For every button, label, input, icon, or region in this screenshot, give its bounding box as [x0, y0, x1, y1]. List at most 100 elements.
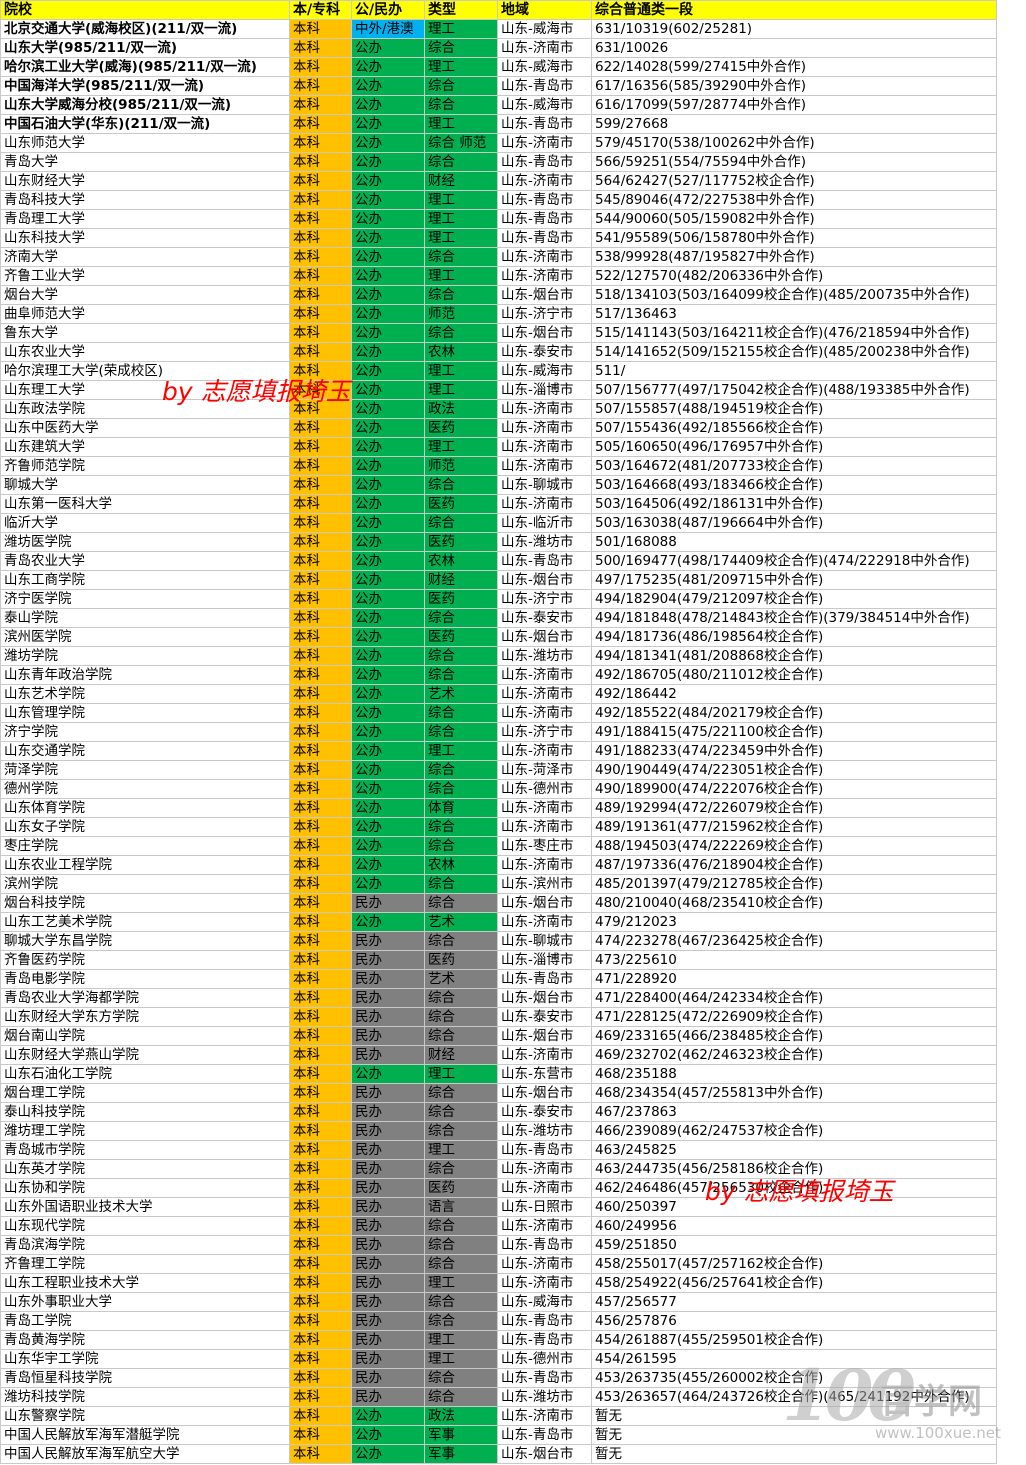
cell-type[interactable]: 医药	[424, 589, 498, 609]
cell-school[interactable]: 山东现代学院	[0, 1216, 290, 1236]
cell-type[interactable]: 综合	[424, 722, 498, 742]
cell-score[interactable]: 490/190449(474/223051校企合作)	[591, 760, 997, 780]
cell-region[interactable]: 山东-临沂市	[497, 513, 592, 533]
cell-level[interactable]: 本科	[289, 1121, 352, 1141]
cell-score[interactable]: 617/16356(585/39290中外合作)	[591, 76, 997, 96]
cell-region[interactable]: 山东-济南市	[497, 817, 592, 837]
cell-school[interactable]: 聊城大学	[0, 475, 290, 495]
cell-ownership[interactable]: 公办	[351, 627, 425, 647]
cell-score[interactable]: 564/62427(527/117752校企合作)	[591, 171, 997, 191]
cell-score[interactable]: 488/194503(474/222269校企合作)	[591, 836, 997, 856]
cell-ownership[interactable]: 民办	[351, 931, 425, 951]
cell-school[interactable]: 烟台南山学院	[0, 1026, 290, 1046]
cell-type[interactable]: 综合	[424, 665, 498, 685]
cell-ownership[interactable]: 民办	[351, 1273, 425, 1293]
cell-region[interactable]: 山东-济南市	[497, 741, 592, 761]
cell-type[interactable]: 理工	[424, 1140, 498, 1160]
cell-school[interactable]: 枣庄学院	[0, 836, 290, 856]
cell-ownership[interactable]: 民办	[351, 893, 425, 913]
cell-region[interactable]: 山东-济宁市	[497, 722, 592, 742]
cell-region[interactable]: 山东-青岛市	[497, 152, 592, 172]
cell-type[interactable]: 理工	[424, 114, 498, 134]
cell-level[interactable]: 本科	[289, 1216, 352, 1236]
cell-ownership[interactable]: 公办	[351, 114, 425, 134]
cell-score[interactable]: 541/95589(506/158780中外合作)	[591, 228, 997, 248]
cell-school[interactable]: 山东中医药大学	[0, 418, 290, 438]
cell-type[interactable]: 综合	[424, 95, 498, 115]
cell-level[interactable]: 本科	[289, 646, 352, 666]
cell-ownership[interactable]: 公办	[351, 38, 425, 58]
cell-type[interactable]: 理工	[424, 190, 498, 210]
cell-type[interactable]: 综合	[424, 760, 498, 780]
cell-ownership[interactable]: 公办	[351, 798, 425, 818]
cell-school[interactable]: 山东工艺美术学院	[0, 912, 290, 932]
cell-level[interactable]: 本科	[289, 437, 352, 457]
cell-ownership[interactable]: 民办	[351, 1349, 425, 1369]
cell-type[interactable]: 军事	[424, 1425, 498, 1445]
cell-type[interactable]: 综合 师范	[424, 133, 498, 153]
cell-level[interactable]: 本科	[289, 551, 352, 571]
cell-ownership[interactable]: 公办	[351, 456, 425, 476]
cell-level[interactable]: 本科	[289, 760, 352, 780]
cell-school[interactable]: 山东建筑大学	[0, 437, 290, 457]
cell-ownership[interactable]: 民办	[351, 950, 425, 970]
cell-level[interactable]: 本科	[289, 798, 352, 818]
cell-score[interactable]: 485/201397(479/212785校企合作)	[591, 874, 997, 894]
cell-level[interactable]: 本科	[289, 627, 352, 647]
cell-score[interactable]: 474/223278(467/236425校企合作)	[591, 931, 997, 951]
cell-type[interactable]: 理工	[424, 1273, 498, 1293]
cell-ownership[interactable]: 公办	[351, 703, 425, 723]
cell-type[interactable]: 综合	[424, 1292, 498, 1312]
cell-school[interactable]: 济南大学	[0, 247, 290, 267]
cell-region[interactable]: 山东-济南市	[497, 703, 592, 723]
cell-school[interactable]: 山东大学威海分校(985/211/双一流)	[0, 95, 290, 115]
cell-region[interactable]: 山东-济南市	[497, 133, 592, 153]
cell-school[interactable]: 哈尔滨工业大学(威海)(985/211/双一流)	[0, 57, 290, 77]
cell-region[interactable]: 山东-淄博市	[497, 950, 592, 970]
cell-region[interactable]: 山东-枣庄市	[497, 836, 592, 856]
cell-region[interactable]: 山东-济南市	[497, 266, 592, 286]
cell-score[interactable]: 507/155857(488/194519校企合作)	[591, 399, 997, 419]
cell-type[interactable]: 综合	[424, 1235, 498, 1255]
cell-type[interactable]: 理工	[424, 228, 498, 248]
cell-score[interactable]: 466/239089(462/247537校企合作)	[591, 1121, 997, 1141]
cell-school[interactable]: 济宁学院	[0, 722, 290, 742]
cell-school[interactable]: 齐鲁医药学院	[0, 950, 290, 970]
header-ownership[interactable]: 公/民办	[351, 0, 425, 20]
cell-score[interactable]: 545/89046(472/227538中外合作)	[591, 190, 997, 210]
cell-type[interactable]: 综合	[424, 779, 498, 799]
cell-school[interactable]: 山东财经大学	[0, 171, 290, 191]
cell-region[interactable]: 山东-烟台市	[497, 893, 592, 913]
cell-ownership[interactable]: 民办	[351, 1254, 425, 1274]
cell-score[interactable]: 505/160650(496/176957中外合作)	[591, 437, 997, 457]
cell-school[interactable]: 山东交通学院	[0, 741, 290, 761]
cell-level[interactable]: 本科	[289, 1007, 352, 1027]
cell-school[interactable]: 齐鲁工业大学	[0, 266, 290, 286]
cell-level[interactable]: 本科	[289, 247, 352, 267]
cell-level[interactable]: 本科	[289, 874, 352, 894]
cell-score[interactable]: 492/185522(484/202179校企合作)	[591, 703, 997, 723]
cell-region[interactable]: 山东-青岛市	[497, 1235, 592, 1255]
cell-region[interactable]: 山东-青岛市	[497, 969, 592, 989]
cell-type[interactable]: 综合	[424, 247, 498, 267]
cell-score[interactable]: 489/192994(472/226079校企合作)	[591, 798, 997, 818]
cell-score[interactable]: 622/14028(599/27415中外合作)	[591, 57, 997, 77]
cell-ownership[interactable]: 民办	[351, 1178, 425, 1198]
cell-score[interactable]: 454/261595	[591, 1349, 997, 1369]
cell-school[interactable]: 青岛工学院	[0, 1311, 290, 1331]
cell-region[interactable]: 山东-济南市	[497, 1406, 592, 1426]
cell-level[interactable]: 本科	[289, 171, 352, 191]
cell-level[interactable]: 本科	[289, 209, 352, 229]
cell-school[interactable]: 潍坊理工学院	[0, 1121, 290, 1141]
cell-ownership[interactable]: 民办	[351, 1292, 425, 1312]
cell-school[interactable]: 鲁东大学	[0, 323, 290, 343]
cell-score[interactable]: 453/263657(464/243726校企合作)(465/241192中外合…	[591, 1387, 997, 1407]
cell-score[interactable]: 511/	[591, 361, 997, 381]
cell-type[interactable]: 军事	[424, 1444, 498, 1464]
cell-level[interactable]: 本科	[289, 418, 352, 438]
cell-school[interactable]: 山东艺术学院	[0, 684, 290, 704]
cell-level[interactable]: 本科	[289, 1425, 352, 1445]
cell-ownership[interactable]: 公办	[351, 323, 425, 343]
cell-school[interactable]: 山东英才学院	[0, 1159, 290, 1179]
cell-ownership[interactable]: 公办	[351, 836, 425, 856]
